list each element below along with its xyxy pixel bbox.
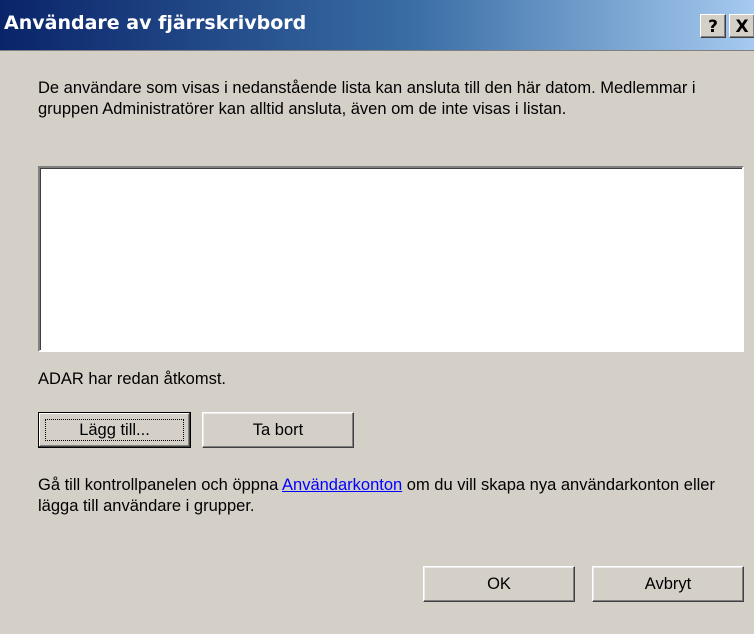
hint-text-before: Gå till kontrollpanelen och öppna xyxy=(38,476,283,494)
ok-button[interactable]: OK xyxy=(423,566,575,602)
ok-button-label: OK xyxy=(487,575,511,593)
remove-button-label: Ta bort xyxy=(252,421,304,439)
user-accounts-link[interactable]: Användarkonton xyxy=(282,476,402,494)
description-text: De användare som visas i nedanstående li… xyxy=(38,79,696,118)
help-button[interactable]: ? xyxy=(700,14,726,38)
add-button[interactable]: Lägg till... xyxy=(38,412,191,448)
hint-text: Gå till kontrollpanelen och öppna Använd… xyxy=(38,475,744,517)
cancel-button-label: Avbryt xyxy=(644,575,692,593)
remove-button[interactable]: Ta bort xyxy=(202,412,354,448)
dialog-title: Användare av fjärrskrivbord xyxy=(4,12,307,34)
cancel-button[interactable]: Avbryt xyxy=(592,566,744,602)
access-status-text: ADAR har redan åtkomst. xyxy=(38,370,226,388)
close-button[interactable]: X xyxy=(729,14,754,38)
remote-desktop-users-dialog: Användare av fjärrskrivbord ? X De använ… xyxy=(0,0,754,634)
user-list[interactable] xyxy=(38,166,744,352)
title-bar[interactable]: Användare av fjärrskrivbord ? X xyxy=(0,0,754,51)
focus-rectangle xyxy=(45,419,184,441)
